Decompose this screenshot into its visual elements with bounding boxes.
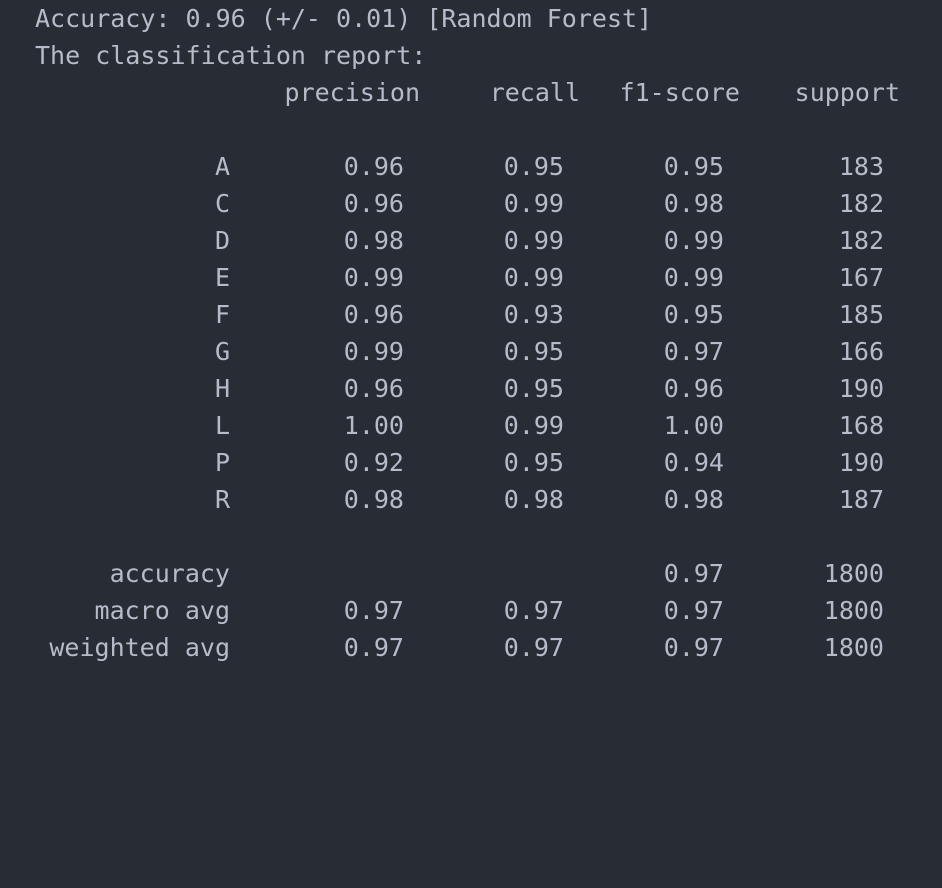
summary-label: macro avg: [94, 596, 230, 625]
row-support: 166: [838, 337, 884, 366]
row-precision: 1.00: [343, 411, 404, 440]
row-recall: 0.95: [503, 152, 564, 181]
table-row: D 0.98 0.99 0.99 182: [0, 222, 942, 259]
row-support: 182: [838, 189, 884, 218]
row-support: 187: [838, 485, 884, 514]
row-recall: 0.99: [503, 226, 564, 255]
row-label: G: [214, 337, 230, 366]
report-header-row: precision recall f1-score support: [0, 74, 942, 111]
summary-f1-score: 0.97: [663, 633, 724, 662]
summary-row-accuracy: accuracy 0.97 1800: [0, 555, 942, 592]
table-row: E 0.99 0.99 0.99 167: [0, 259, 942, 296]
summary-precision: 0.97: [343, 596, 404, 625]
row-recall: 0.99: [503, 411, 564, 440]
summary-label: weighted avg: [49, 633, 230, 662]
row-support: 183: [838, 152, 884, 181]
summary-f1-score: 0.97: [663, 596, 724, 625]
row-f1-score: 0.95: [663, 300, 724, 329]
header-support: support: [794, 78, 900, 107]
row-precision: 0.96: [343, 189, 404, 218]
header-precision: precision: [284, 78, 420, 107]
accuracy-line: Accuracy: 0.96 (+/- 0.01) [Random Forest…: [35, 4, 653, 33]
row-support: 182: [838, 226, 884, 255]
row-recall: 0.99: [503, 189, 564, 218]
row-precision: 0.98: [343, 485, 404, 514]
row-precision: 0.96: [343, 374, 404, 403]
row-recall: 0.95: [503, 448, 564, 477]
row-support: 185: [838, 300, 884, 329]
row-f1-score: 0.98: [663, 485, 724, 514]
row-f1-score: 1.00: [663, 411, 724, 440]
row-precision: 0.99: [343, 337, 404, 366]
row-recall: 0.95: [503, 337, 564, 366]
summary-support: 1800: [823, 633, 884, 662]
row-label: D: [214, 226, 230, 255]
header-f1-score: f1-score: [619, 78, 740, 107]
summary-precision: 0.97: [343, 633, 404, 662]
summary-row-macro-avg: macro avg 0.97 0.97 0.97 1800: [0, 592, 942, 629]
row-support: 167: [838, 263, 884, 292]
row-f1-score: 0.95: [663, 152, 724, 181]
row-precision: 0.96: [343, 300, 404, 329]
table-row: L 1.00 0.99 1.00 168: [0, 407, 942, 444]
row-label: E: [214, 263, 230, 292]
table-row: G 0.99 0.95 0.97 166: [0, 333, 942, 370]
summary-recall: 0.97: [503, 596, 564, 625]
row-precision: 0.99: [343, 263, 404, 292]
row-precision: 0.92: [343, 448, 404, 477]
summary-recall: 0.97: [503, 633, 564, 662]
row-precision: 0.98: [343, 226, 404, 255]
row-label: F: [214, 300, 230, 329]
summary-label: accuracy: [109, 559, 230, 588]
row-f1-score: 0.99: [663, 226, 724, 255]
row-support: 168: [838, 411, 884, 440]
row-recall: 0.93: [503, 300, 564, 329]
row-label: P: [214, 448, 230, 477]
row-f1-score: 0.98: [663, 189, 724, 218]
row-f1-score: 0.94: [663, 448, 724, 477]
report-title: The classification report:: [35, 41, 427, 70]
row-label: A: [214, 152, 230, 181]
row-f1-score: 0.97: [663, 337, 724, 366]
row-f1-score: 0.96: [663, 374, 724, 403]
summary-support: 1800: [823, 559, 884, 588]
row-label: L: [214, 411, 230, 440]
row-label: R: [214, 485, 230, 514]
row-recall: 0.99: [503, 263, 564, 292]
table-row: A 0.96 0.95 0.95 183: [0, 148, 942, 185]
row-support: 190: [838, 448, 884, 477]
summary-support: 1800: [823, 596, 884, 625]
row-precision: 0.96: [343, 152, 404, 181]
header-recall: recall: [489, 78, 580, 107]
table-row: F 0.96 0.93 0.95 185: [0, 296, 942, 333]
row-recall: 0.95: [503, 374, 564, 403]
table-row: R 0.98 0.98 0.98 187: [0, 481, 942, 518]
table-row: P 0.92 0.95 0.94 190: [0, 444, 942, 481]
table-row: C 0.96 0.99 0.98 182: [0, 185, 942, 222]
summary-row-weighted-avg: weighted avg 0.97 0.97 0.97 1800: [0, 629, 942, 666]
row-recall: 0.98: [503, 485, 564, 514]
table-row: H 0.96 0.95 0.96 190: [0, 370, 942, 407]
row-label: C: [214, 189, 230, 218]
row-support: 190: [838, 374, 884, 403]
summary-f1-score: 0.97: [663, 559, 724, 588]
row-label: H: [214, 374, 230, 403]
terminal-output: Accuracy: 0.96 (+/- 0.01) [Random Forest…: [0, 0, 942, 682]
row-f1-score: 0.99: [663, 263, 724, 292]
